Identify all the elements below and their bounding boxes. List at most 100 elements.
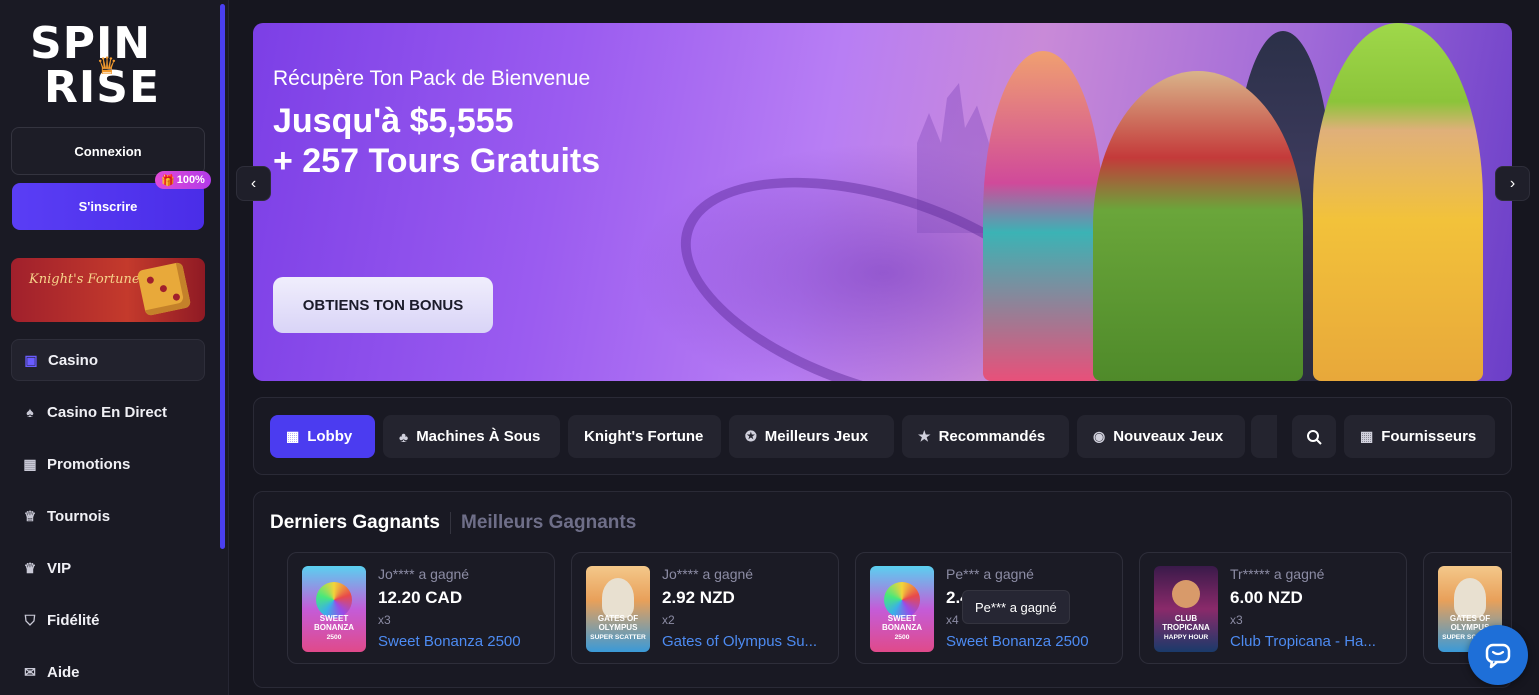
chevron-right-icon: ›: [1509, 174, 1516, 192]
grid-icon: ▦: [286, 428, 300, 444]
sidebar-item-label: Aide: [47, 663, 80, 681]
tab-label: Lobby: [307, 428, 353, 445]
thumb-title: GATES OF OLYMPUS SUPER SCATTER: [590, 614, 646, 641]
spade-icon: ♠: [26, 404, 34, 420]
providers-button[interactable]: ▦ Fournisseurs: [1344, 415, 1495, 458]
knights-fortune-logo: Knight's Fortune: [29, 272, 140, 287]
win-multiplier: x3: [1230, 613, 1243, 627]
tab-recommended[interactable]: ★ Recommandés: [902, 415, 1069, 458]
grid-icon: ▦: [1360, 428, 1374, 444]
game-thumbnail: SWEET BONANZA 2500: [302, 566, 366, 652]
sidebar-item-help[interactable]: ✉ Aide: [11, 651, 205, 693]
cherry-icon: ♣: [399, 428, 409, 445]
game-thumbnail: SWEET BONANZA 2500: [870, 566, 934, 652]
casino-icon: ▣: [24, 351, 38, 368]
signup-bonus-badge: 🎁 100%: [155, 171, 211, 189]
tab-top-games[interactable]: ✪ Meilleurs Jeux: [729, 415, 894, 458]
winner-card[interactable]: CLUB TROPICANA HAPPY HOUR Tr***** a gagné…: [1139, 552, 1407, 664]
category-tabs: ▦ Lobby ♣ Machines À Sous Knight's Fortu…: [253, 397, 1512, 475]
tab-label: Recommandés: [938, 428, 1046, 445]
tab-label: Nouveaux Jeux: [1113, 428, 1224, 445]
chevron-left-icon: ‹: [250, 174, 257, 192]
crown-icon: ♛: [96, 53, 118, 80]
live-chat-button[interactable]: [1468, 625, 1528, 685]
game-link[interactable]: Club Tropicana - Ha...: [1230, 633, 1400, 650]
winner-card[interactable]: SWEET BONANZA 2500 Jo**** a gagné 12.20 C…: [287, 552, 555, 664]
win-amount: 12.20 CAD: [378, 588, 463, 607]
sidebar-scrollbar[interactable]: [220, 4, 225, 549]
knights-fortune-banner[interactable]: Knight's Fortune: [11, 258, 205, 322]
gift-icon: 🎁: [161, 174, 175, 187]
sidebar-item-label: Tournois: [47, 507, 111, 525]
tab-best-winners[interactable]: Meilleurs Gagnants: [461, 512, 636, 534]
login-button[interactable]: Connexion: [11, 127, 205, 175]
trophy-icon: ♕: [23, 507, 37, 524]
welcome-hero-banner[interactable]: Récupère Ton Pack de Bienvenue Jusqu'à $…: [253, 23, 1512, 381]
game-link[interactable]: Sweet Bonanza 2500: [378, 633, 548, 650]
game-thumbnail: CLUB TROPICANA HAPPY HOUR: [1154, 566, 1218, 652]
tab-overflow[interactable]: [1251, 415, 1277, 458]
tab-lobby[interactable]: ▦ Lobby: [270, 415, 375, 458]
sidebar-item-label: VIP: [47, 559, 72, 577]
game-thumbnail: GATES OF OLYMPUS SUPER SCATTER: [586, 566, 650, 652]
win-multiplier: x4: [946, 613, 959, 627]
winner-card[interactable]: GATES OF OLYMPUS SUPER SCATTER Jo**** a g…: [571, 552, 839, 664]
tab-knights-fortune[interactable]: Knight's Fortune: [568, 415, 721, 458]
sidebar-item-vip[interactable]: ♛ VIP: [11, 547, 205, 589]
sidebar-item-label: Casino: [48, 351, 99, 369]
sidebar: SPIN RISE ♛ Connexion S'inscrire 🎁 100% …: [0, 0, 229, 695]
winner-name: Jo**** a gagné: [378, 566, 470, 582]
chat-icon: ✉: [24, 663, 36, 680]
winner-tooltip: Pe*** a gagné: [962, 590, 1070, 624]
signup-button[interactable]: S'inscrire: [12, 183, 204, 230]
characters-illustration: [933, 23, 1512, 381]
sidebar-item-loyalty[interactable]: ⛉ Fidélité: [11, 599, 205, 641]
thumb-title: SWEET BONANZA 2500: [314, 614, 354, 641]
winners-tabs: Derniers Gagnants Meilleurs Gagnants: [270, 512, 636, 534]
sidebar-nav: ▣ Casino ♠ Casino En Direct ▦ Promotions…: [11, 339, 205, 695]
tab-label: Knight's Fortune: [584, 428, 704, 445]
sidebar-item-tournaments[interactable]: ♕ Tournois: [11, 495, 205, 537]
hero-title-line-1: Jusqu'à $5,555: [273, 102, 514, 140]
hero-subtitle: Récupère Ton Pack de Bienvenue: [273, 67, 591, 90]
sidebar-item-live-casino[interactable]: ♠ Casino En Direct: [11, 391, 205, 433]
game-link[interactable]: Gates of Olympus Su...: [662, 633, 832, 650]
tab-label: Machines À Sous: [416, 428, 541, 445]
thumb-title: SWEET BONANZA 2500: [882, 614, 922, 641]
medal-icon: ✪: [745, 428, 757, 444]
search-button[interactable]: [1292, 415, 1336, 458]
search-icon: [1307, 429, 1322, 445]
hero-title: Jusqu'à $5,555 + 257 Tours Gratuits: [273, 101, 600, 181]
sidebar-item-label: Fidélité: [47, 611, 100, 629]
spinrise-logo[interactable]: SPIN RISE ♛: [30, 22, 190, 114]
badge-label: 100%: [176, 174, 205, 186]
new-icon: ◉: [1093, 428, 1106, 444]
winner-name: Jo**** a gagné: [662, 566, 754, 582]
sidebar-item-casino[interactable]: ▣ Casino: [11, 339, 205, 381]
dice-icon: [136, 261, 192, 317]
winner-name: Tr***** a gagné: [1230, 566, 1325, 582]
crown-icon: ♛: [23, 559, 37, 576]
hero-prev-button[interactable]: ‹: [236, 166, 271, 201]
tab-new-games[interactable]: ◉ Nouveaux Jeux: [1077, 415, 1245, 458]
get-bonus-button[interactable]: OBTIENS TON BONUS: [273, 277, 493, 333]
signup-label: S'inscrire: [78, 199, 138, 214]
tab-latest-winners[interactable]: Derniers Gagnants: [270, 512, 440, 534]
tab-label: Meilleurs Jeux: [764, 428, 869, 445]
sidebar-item-label: Casino En Direct: [47, 403, 168, 421]
chat-bubble-icon: [1485, 643, 1511, 669]
win-multiplier: x2: [662, 613, 675, 627]
tab-slots[interactable]: ♣ Machines À Sous: [383, 415, 560, 458]
win-amount: 6.00 NZD: [1230, 588, 1303, 607]
sidebar-item-promotions[interactable]: ▦ Promotions: [11, 443, 205, 485]
winners-panel: Derniers Gagnants Meilleurs Gagnants SWE…: [253, 491, 1512, 688]
gift-icon: ▦: [23, 455, 37, 472]
win-amount: 2.92 NZD: [662, 588, 735, 607]
hero-title-line-2: + 257 Tours Gratuits: [273, 142, 601, 180]
thumb-title: CLUB TROPICANA HAPPY HOUR: [1162, 614, 1210, 641]
sidebar-item-label: Promotions: [47, 455, 131, 473]
win-multiplier: x3: [378, 613, 391, 627]
game-link[interactable]: Sweet Bonanza 2500: [946, 633, 1116, 650]
shield-icon: ⛉: [24, 611, 36, 628]
hero-next-button[interactable]: ›: [1495, 166, 1530, 201]
